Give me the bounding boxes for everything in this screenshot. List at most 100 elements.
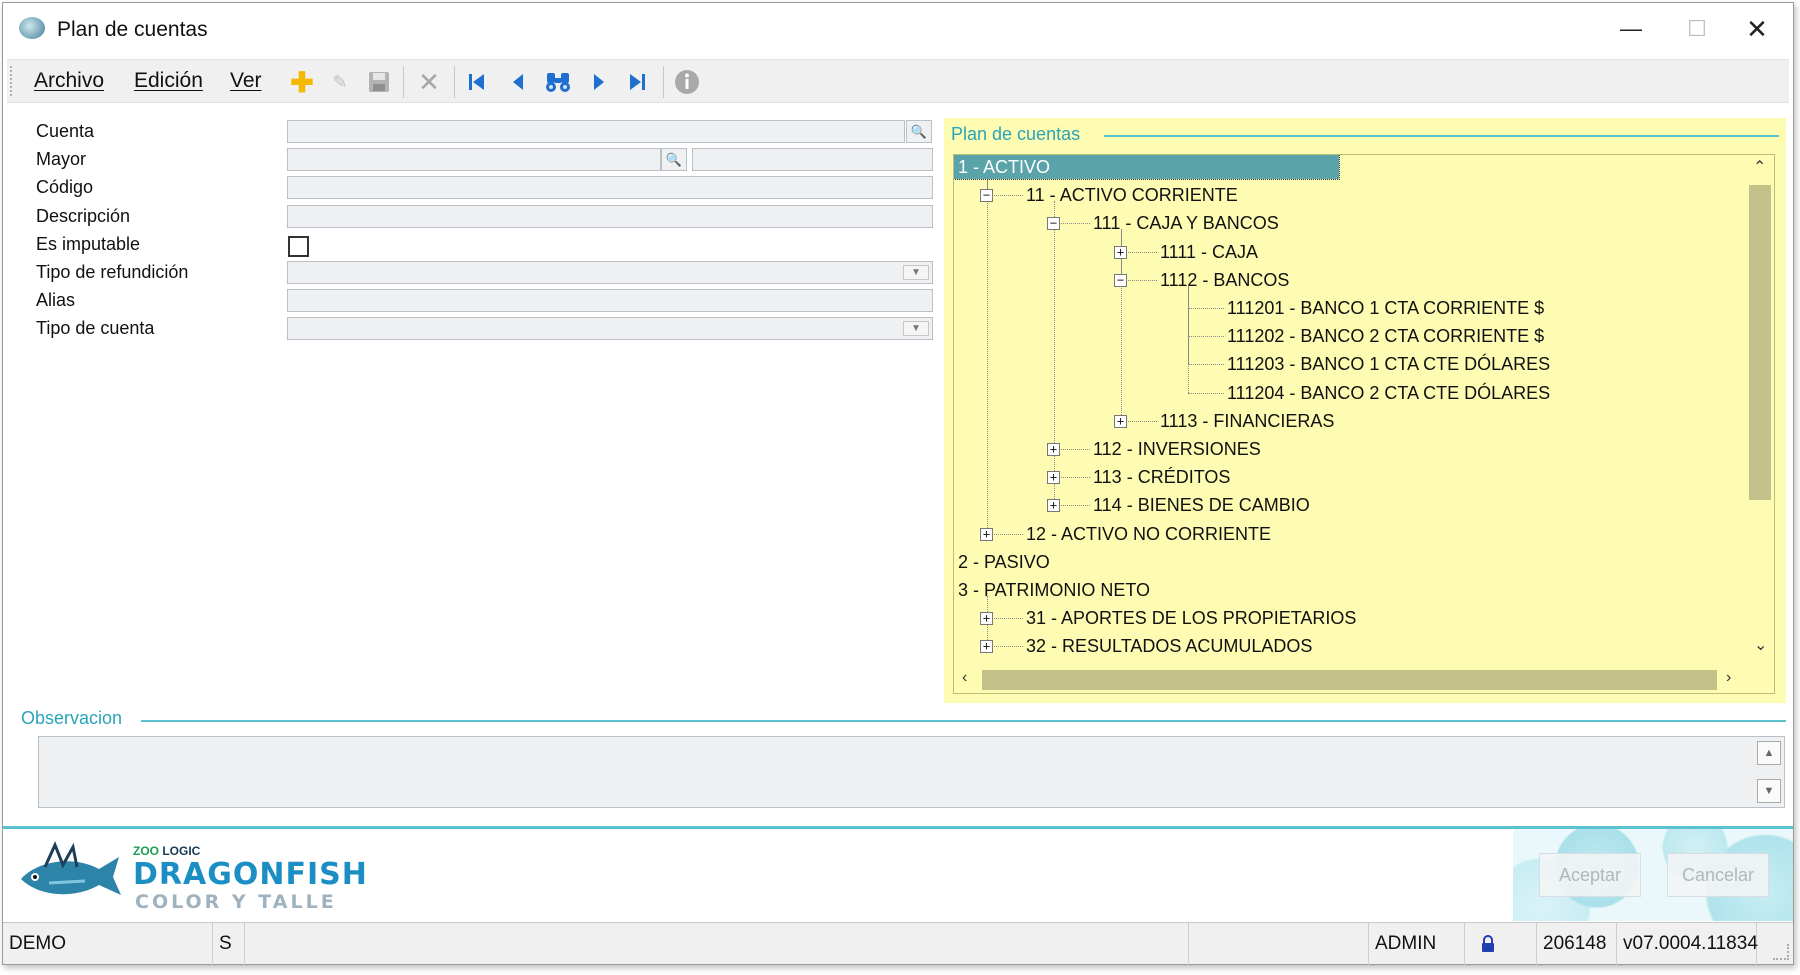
expand-icon[interactable]: + — [1047, 471, 1060, 485]
menu-edicion[interactable]: Edición — [134, 69, 203, 93]
status-empty — [1189, 923, 1369, 965]
zoologic-brand: ZOO LOGIC — [133, 844, 200, 858]
status-flag: S — [213, 923, 245, 965]
es-imputable-checkbox[interactable] — [288, 236, 309, 257]
tree-node[interactable]: 1111 - CAJA — [1160, 240, 1258, 264]
first-record-icon[interactable] — [461, 66, 493, 98]
next-record-icon[interactable] — [582, 66, 614, 98]
tree-node[interactable]: 111 - CAJA Y BANCOS — [1093, 211, 1279, 235]
alias-label: Alias — [36, 290, 76, 310]
expand-icon[interactable]: + — [980, 612, 993, 626]
horizontal-scroll-thumb[interactable] — [982, 670, 1717, 690]
tree-node[interactable]: 1 - ACTIVO — [954, 155, 1340, 180]
delete-icon[interactable]: ✕ — [413, 66, 445, 98]
footer: ZOO LOGIC DRAGONFISH COLOR Y TALLE Acept… — [3, 829, 1793, 921]
tree-connector — [1188, 308, 1224, 309]
cuenta-field[interactable] — [287, 120, 905, 143]
expand-icon[interactable]: + — [980, 527, 993, 541]
dragonfish-brand: DRAGONFISH — [133, 857, 368, 892]
plan-de-cuentas-panel: Plan de cuentas 1 - ACTIVO 11 - ACTIVO CO… — [944, 118, 1786, 703]
tree-node[interactable]: 3 - PATRIMONIO NETO — [958, 578, 1150, 602]
search-binoculars-icon[interactable] — [542, 66, 574, 98]
codigo-field[interactable] — [287, 176, 933, 199]
edit-icon[interactable]: ✎ — [324, 66, 356, 98]
tipo-cuenta-label: Tipo de cuenta — [36, 318, 155, 338]
descripcion-field[interactable] — [287, 205, 933, 228]
tree-node[interactable]: 31 - APORTES DE LOS PROPIETARIOS — [1026, 606, 1356, 630]
expand-icon[interactable]: + — [1114, 414, 1127, 428]
close-button[interactable]: ✕ — [1727, 11, 1787, 47]
window-title: Plan de cuentas — [57, 18, 208, 41]
collapse-icon[interactable]: − — [980, 189, 993, 203]
expand-icon[interactable]: + — [980, 640, 993, 654]
resize-grip[interactable] — [1773, 944, 1789, 960]
tipo-refundicion-select[interactable]: ▼ — [287, 261, 933, 284]
tree-node[interactable]: 2 - PASIVO — [958, 550, 1050, 574]
mayor-lookup-icon[interactable]: 🔍 — [661, 148, 687, 171]
plan-heading: Plan de cuentas — [951, 124, 1089, 145]
vertical-scroll-thumb[interactable] — [1749, 185, 1771, 500]
tree-node[interactable]: 111201 - BANCO 1 CTA CORRIENTE $ — [1227, 296, 1544, 320]
menu-ver[interactable]: Ver — [230, 69, 262, 93]
collapse-icon[interactable]: − — [1047, 217, 1060, 231]
status-user: ADMIN — [1369, 923, 1465, 965]
aceptar-button[interactable]: Aceptar — [1539, 853, 1641, 897]
tree-horizontal-scrollbar[interactable]: ‹ › — [954, 667, 1750, 693]
minimize-button[interactable]: — — [1601, 11, 1661, 47]
info-icon[interactable] — [671, 66, 703, 98]
tree-node[interactable]: 112 - INVERSIONES — [1093, 437, 1261, 461]
observacion-textarea[interactable]: ▲ ▼ — [38, 736, 1785, 808]
maximize-button[interactable]: ☐ — [1667, 11, 1727, 47]
plan-heading-divider — [1104, 135, 1779, 137]
expand-icon[interactable]: + — [1047, 499, 1060, 513]
scroll-left-icon[interactable]: ‹ — [962, 669, 967, 687]
tree-node[interactable]: 12 - ACTIVO NO CORRIENTE — [1026, 522, 1271, 546]
expand-icon[interactable]: + — [1047, 443, 1060, 456]
tree-node[interactable]: 111202 - BANCO 2 CTA CORRIENTE $ — [1227, 324, 1544, 348]
lock-icon — [1482, 935, 1494, 952]
dragonfish-logo-icon — [21, 841, 121, 895]
tipo-cuenta-select[interactable]: ▼ — [287, 317, 933, 340]
tree-node[interactable]: 1112 - BANCOS — [1160, 268, 1289, 292]
cancelar-button[interactable]: Cancelar — [1667, 853, 1769, 897]
cuenta-lookup-icon[interactable]: 🔍 — [906, 120, 932, 143]
alias-field[interactable] — [287, 289, 933, 312]
tree-vertical-scrollbar[interactable]: ⌃ ⌄ — [1748, 155, 1774, 667]
tree-node[interactable]: 32 - RESULTADOS ACUMULADOS — [1026, 634, 1312, 658]
mayor-label: Mayor — [36, 149, 87, 169]
tree-node[interactable]: 111203 - BANCO 1 CTA CTE DÓLARES — [1227, 352, 1550, 376]
expand-icon[interactable]: + — [1114, 245, 1127, 259]
scroll-up-icon[interactable]: ▲ — [1757, 741, 1781, 765]
status-bar: DEMO S ADMIN 206148 v07.0004.11834 — [3, 922, 1793, 965]
cuenta-label: Cuenta — [36, 121, 95, 141]
scroll-down-icon[interactable]: ⌄ — [1754, 635, 1767, 655]
title-bar: Plan de cuentas — ☐ ✕ — [3, 3, 1793, 55]
chevron-down-icon[interactable]: ▼ — [903, 265, 929, 280]
collapse-icon[interactable]: − — [1114, 273, 1127, 287]
tree-node[interactable]: 11 - ACTIVO CORRIENTE — [1026, 183, 1238, 207]
toolbar-grip[interactable] — [10, 66, 14, 96]
plan-de-cuentas-window: Plan de cuentas — ☐ ✕ Archivo Edición Ve… — [2, 2, 1794, 965]
mayor-field[interactable] — [287, 148, 661, 171]
toolbar-separator — [663, 66, 664, 98]
status-version: v07.0004.11834 — [1617, 923, 1758, 965]
save-icon[interactable] — [363, 66, 395, 98]
scroll-down-icon[interactable]: ▼ — [1757, 779, 1781, 803]
menu-archivo[interactable]: Archivo — [34, 69, 104, 93]
account-tree[interactable]: 1 - ACTIVO 11 - ACTIVO CORRIENTE − 111 - CA… — [953, 154, 1775, 694]
scroll-right-icon[interactable]: › — [1726, 669, 1731, 687]
last-record-icon[interactable] — [621, 66, 653, 98]
mayor-description-field[interactable] — [692, 148, 933, 171]
scroll-up-icon[interactable]: ⌃ — [1753, 157, 1766, 177]
tree-node[interactable]: 114 - BIENES DE CAMBIO — [1093, 493, 1310, 517]
tree-node[interactable]: 111204 - BANCO 2 CTA CTE DÓLARES — [1227, 381, 1550, 405]
toolbar-separator — [454, 66, 455, 98]
tree-connector — [1188, 336, 1224, 338]
status-serial: 206148 — [1537, 923, 1617, 965]
previous-record-icon[interactable] — [503, 66, 535, 98]
tree-node[interactable]: 1113 - FINANCIERAS — [1160, 409, 1334, 433]
es-imputable-label: Es imputable — [36, 234, 141, 254]
add-icon[interactable]: ✚ — [286, 66, 318, 98]
tree-node[interactable]: 113 - CRÉDITOS — [1093, 465, 1230, 489]
chevron-down-icon[interactable]: ▼ — [903, 321, 929, 336]
